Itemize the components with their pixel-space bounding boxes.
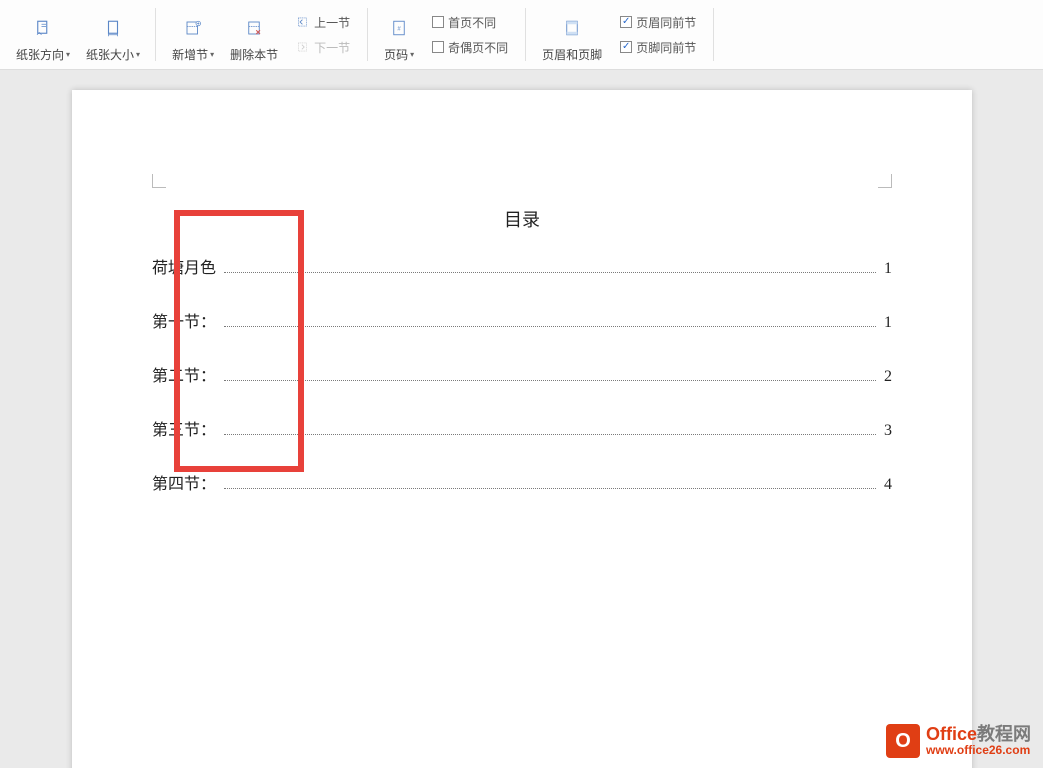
toc-entry-page: 1 xyxy=(880,314,892,332)
same-prev-column: 页眉同前节 页脚同前节 xyxy=(610,8,706,62)
odd-even-diff-checkbox[interactable]: 奇偶页不同 xyxy=(428,37,512,58)
toc-leader xyxy=(224,259,876,273)
dropdown-caret-icon: ▾ xyxy=(410,50,414,59)
header-same-prev-label: 页眉同前节 xyxy=(636,14,696,31)
toc-entry-page: 3 xyxy=(880,422,892,440)
document-workspace[interactable]: 目录 荷塘月色 1 第一节： 1 第二节： 2 第三节： 3 xyxy=(0,70,1043,768)
prev-section-icon xyxy=(296,15,310,29)
checkbox-icon xyxy=(432,41,444,53)
toc-entry-page: 1 xyxy=(880,260,892,278)
toc-entry-label: 荷塘月色 xyxy=(152,254,220,278)
toc-entry-page: 4 xyxy=(880,476,892,494)
checkbox-checked-icon xyxy=(620,16,632,28)
group-page-setup: 纸张方向▾ 纸张大小▾ xyxy=(0,0,156,69)
toc-leader xyxy=(224,475,876,489)
toc-row[interactable]: 第一节： 1 xyxy=(152,308,892,332)
toc-title: 目录 xyxy=(152,206,892,232)
watermark-icon: O xyxy=(886,724,920,758)
watermark-line1-gray: 教程网 xyxy=(977,724,1031,744)
first-page-diff-label: 首页不同 xyxy=(448,14,496,31)
header-footer-button[interactable]: 页眉和页脚 xyxy=(534,0,610,69)
toc-entry-page: 2 xyxy=(880,368,892,386)
delete-section-icon xyxy=(245,14,263,42)
document-page[interactable]: 目录 荷塘月色 1 第一节： 1 第二节： 2 第三节： 3 xyxy=(72,90,972,768)
next-section-label: 下一节 xyxy=(314,39,350,56)
section-nav-column: 上一节 下一节 xyxy=(286,8,360,62)
watermark-logo: O Office教程网 www.office26.com xyxy=(886,724,1031,758)
page-size-label: 纸张大小 xyxy=(86,46,134,63)
group-page-number: # 页码▾ 首页不同 奇偶页不同 xyxy=(368,0,526,69)
watermark-line1-orange: Office xyxy=(926,724,977,744)
toc-entry-label: 第四节： xyxy=(152,470,220,494)
dropdown-caret-icon: ▾ xyxy=(210,50,214,59)
page-orientation-icon xyxy=(34,14,52,42)
toc-entry-label: 第二节： xyxy=(152,362,220,386)
header-footer-label: 页眉和页脚 xyxy=(542,46,602,63)
page-number-label: 页码 xyxy=(384,46,408,63)
toc-row[interactable]: 荷塘月色 1 xyxy=(152,254,892,278)
page-orientation-label: 纸张方向 xyxy=(16,46,64,63)
toc-row[interactable]: 第三节： 3 xyxy=(152,416,892,440)
page-size-icon xyxy=(104,14,122,42)
delete-section-button[interactable]: 删除本节 xyxy=(222,0,286,69)
new-section-button[interactable]: 新增节▾ xyxy=(164,0,222,69)
svg-text:#: # xyxy=(397,26,401,32)
toc-entry-label: 第一节： xyxy=(152,308,220,332)
dropdown-caret-icon: ▾ xyxy=(136,50,140,59)
delete-section-label: 删除本节 xyxy=(230,46,278,63)
prev-section-label: 上一节 xyxy=(314,14,350,31)
group-header-footer: 页眉和页脚 页眉同前节 页脚同前节 xyxy=(526,0,714,69)
toc-entry-label: 第三节： xyxy=(152,416,220,440)
watermark-text: Office教程网 www.office26.com xyxy=(926,725,1031,758)
header-same-prev-checkbox[interactable]: 页眉同前节 xyxy=(616,12,700,33)
prev-section-button[interactable]: 上一节 xyxy=(292,12,354,33)
toc-leader xyxy=(224,367,876,381)
footer-same-prev-label: 页脚同前节 xyxy=(636,39,696,56)
checkbox-icon xyxy=(432,16,444,28)
group-sections: 新增节▾ 删除本节 上一节 xyxy=(156,0,368,69)
toc-row[interactable]: 第二节： 2 xyxy=(152,362,892,386)
new-section-label: 新增节 xyxy=(172,46,208,63)
new-section-icon xyxy=(184,14,202,42)
footer-same-prev-checkbox[interactable]: 页脚同前节 xyxy=(616,37,700,58)
toc-row[interactable]: 第四节： 4 xyxy=(152,470,892,494)
page-margin-marks xyxy=(152,180,892,200)
page-size-button[interactable]: 纸张大小▾ xyxy=(78,0,148,69)
ribbon-toolbar: 纸张方向▾ 纸张大小▾ 新增节▾ xyxy=(0,0,1043,70)
odd-even-diff-label: 奇偶页不同 xyxy=(448,39,508,56)
toc-leader xyxy=(224,421,876,435)
page-diff-column: 首页不同 奇偶页不同 xyxy=(422,8,518,62)
watermark-line2: www.office26.com xyxy=(926,744,1031,757)
page-number-button[interactable]: # 页码▾ xyxy=(376,0,422,69)
dropdown-caret-icon: ▾ xyxy=(66,50,70,59)
checkbox-checked-icon xyxy=(620,41,632,53)
next-section-icon xyxy=(296,40,310,54)
page-orientation-button[interactable]: 纸张方向▾ xyxy=(8,0,78,69)
header-footer-icon xyxy=(563,14,581,42)
toc-leader xyxy=(224,313,876,327)
next-section-button: 下一节 xyxy=(292,37,354,58)
page-number-icon: # xyxy=(390,14,408,42)
toc-list: 荷塘月色 1 第一节： 1 第二节： 2 第三节： 3 第四节： xyxy=(152,254,892,494)
first-page-diff-checkbox[interactable]: 首页不同 xyxy=(428,12,512,33)
